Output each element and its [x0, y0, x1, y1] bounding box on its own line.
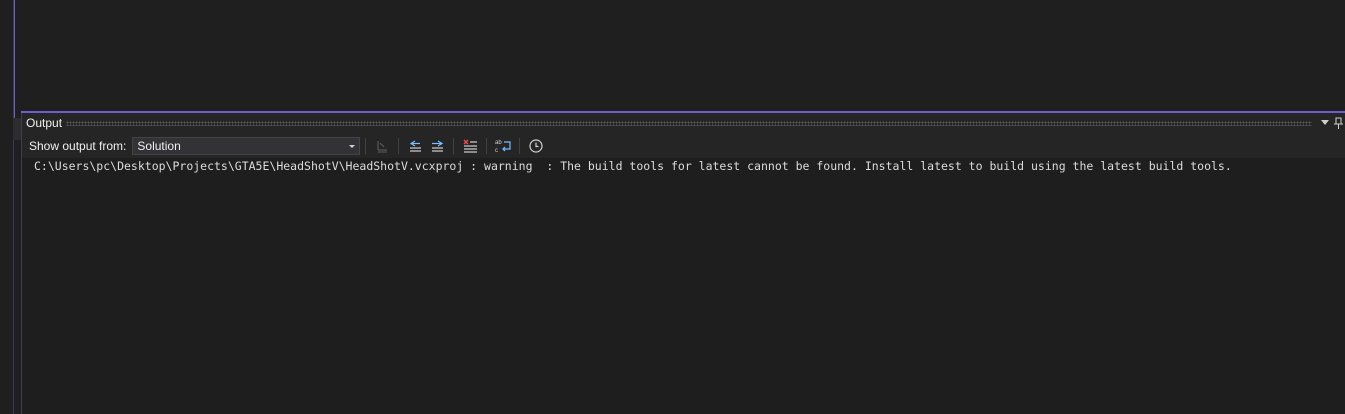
- show-output-from-label: Show output from:: [29, 139, 127, 153]
- output-panel: Output Show output from: Solution ab c C…: [21, 111, 1345, 414]
- output-source-select[interactable]: Solution: [132, 137, 361, 155]
- left-gutter-tab: [13, 118, 21, 140]
- clear-all-icon: [463, 139, 478, 153]
- toolbar-separator: [519, 138, 521, 154]
- pin-icon[interactable]: [1332, 116, 1345, 130]
- go-to-line-icon: [377, 141, 388, 153]
- toolbar-separator: [365, 138, 367, 154]
- ide-window: Output Show output from: Solution ab c C…: [0, 0, 1345, 414]
- chevron-down-icon[interactable]: [1318, 116, 1332, 130]
- next-message-button[interactable]: [426, 136, 448, 156]
- svg-text:ab: ab: [495, 140, 502, 146]
- output-source-value: Solution: [137, 139, 181, 153]
- word-wrap-button[interactable]: ab c: [492, 136, 514, 156]
- output-text-area[interactable]: C:\Users\pc\Desktop\Projects\GTA5E\HeadS…: [22, 158, 1345, 414]
- word-wrap-icon: ab c: [495, 140, 511, 154]
- toolbar-separator: [398, 138, 400, 154]
- go-to-line-button[interactable]: [371, 136, 393, 156]
- timestamp-button[interactable]: [525, 136, 547, 156]
- toolbar-separator: [453, 138, 455, 154]
- previous-message-button[interactable]: [404, 136, 426, 156]
- clear-all-button[interactable]: [459, 136, 481, 156]
- toolbar-separator: [486, 138, 488, 154]
- clock-icon: [529, 139, 543, 153]
- editor-area: [15, 0, 1345, 112]
- output-line: C:\Users\pc\Desktop\Projects\GTA5E\HeadS…: [34, 159, 1232, 173]
- chevron-down-icon: [349, 144, 356, 148]
- titlebar-grip[interactable]: [66, 120, 1312, 126]
- svg-text:c: c: [495, 148, 498, 154]
- left-edge-accent: [14, 0, 15, 118]
- next-message-icon: [432, 140, 444, 152]
- output-titlebar[interactable]: Output: [22, 113, 1345, 132]
- output-toolbar: Show output from: Solution ab c: [22, 134, 1345, 158]
- previous-message-icon: [410, 140, 422, 152]
- panel-title: Output: [26, 115, 63, 130]
- panel-active-border: [21, 111, 1345, 113]
